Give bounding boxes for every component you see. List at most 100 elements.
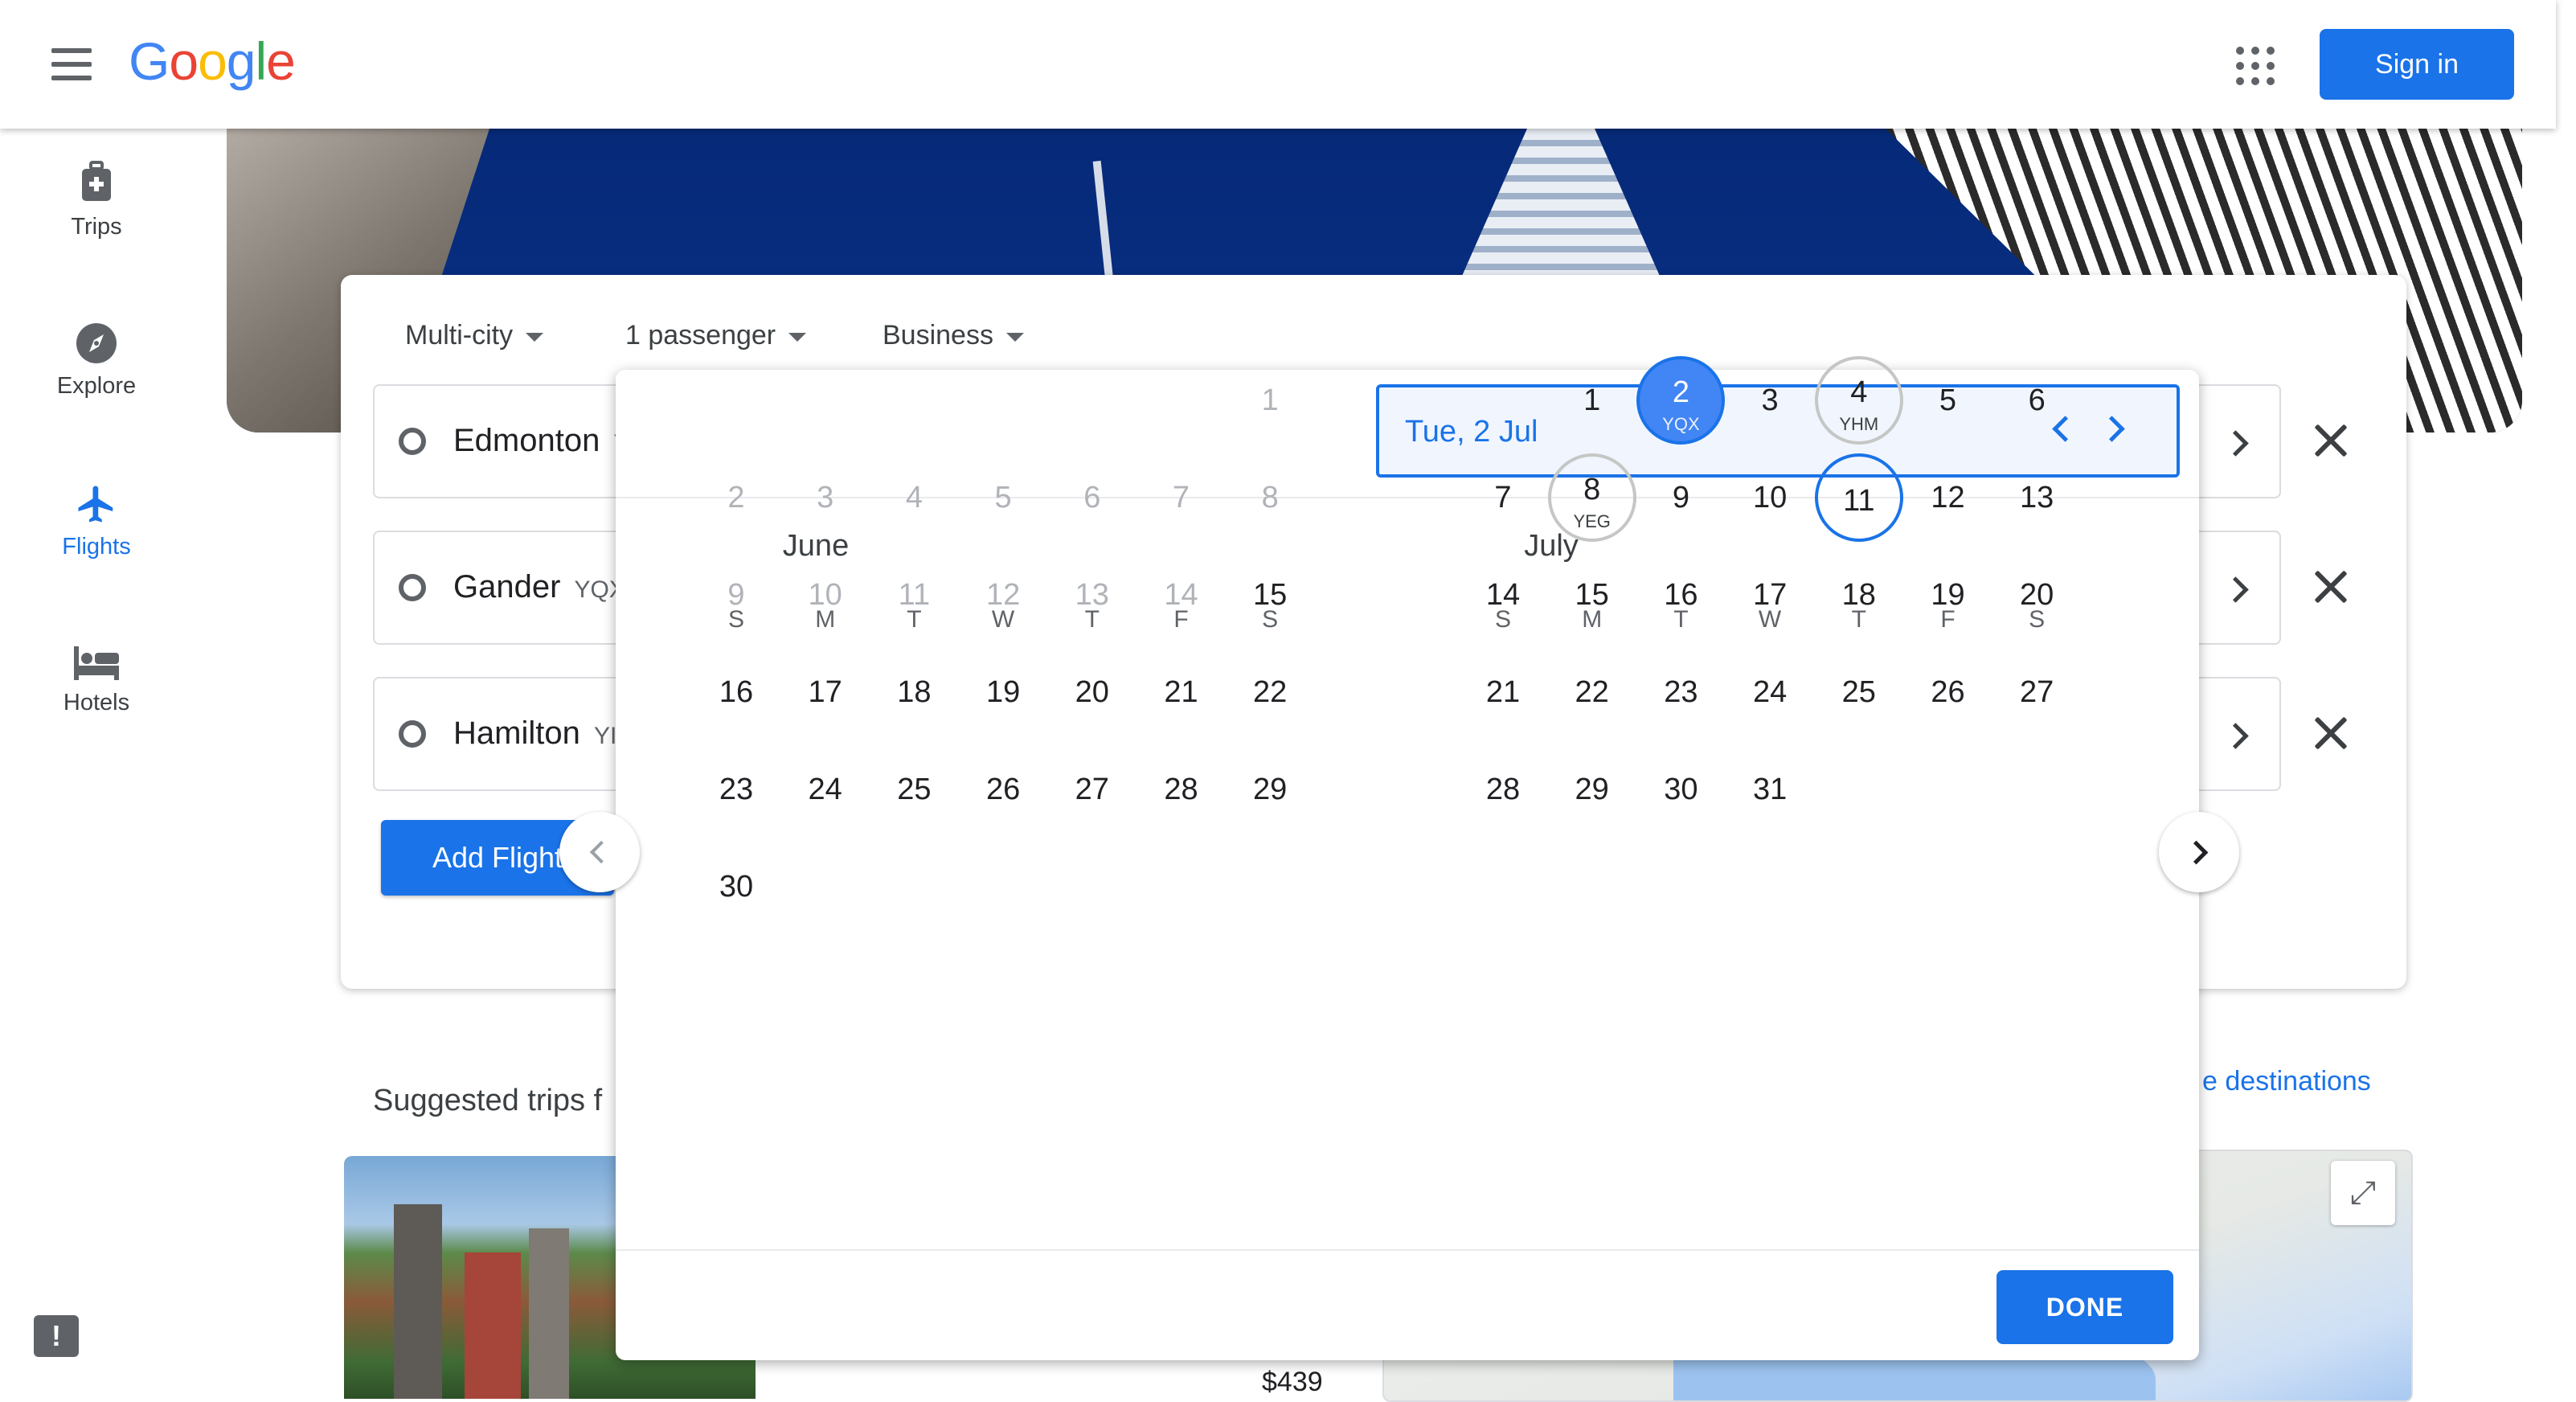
origin-city: Gander [453,569,561,605]
calendar-day-june-27[interactable]: 27 [1048,745,1136,834]
bed-icon [74,646,119,680]
sidebar-item-trips[interactable]: Trips [32,161,161,240]
calendar-day-june-25[interactable]: 25 [870,745,958,834]
calendar-day-july-9[interactable]: 9 [1636,453,1725,542]
done-button[interactable]: DONE [1997,1270,2173,1344]
calendar-day-june-28[interactable]: 28 [1137,745,1226,834]
trip-price: $439 [1262,1367,1323,1397]
calendar-day-july-3[interactable]: 3 [1726,356,1814,445]
dropdown-arrow-icon [1005,332,1024,342]
sidebar-item-flights[interactable]: Flights [32,482,161,560]
next-month-button[interactable] [2159,812,2239,892]
calendar-day-july-4[interactable]: 4 YHM [1814,356,1903,445]
calendar-day-july-22[interactable]: 22 [1548,648,1636,736]
date-next-button[interactable] [2197,384,2281,498]
calendar-day-june-5: 5 [994,481,1012,514]
google-logo[interactable]: Google [129,31,296,92]
luggage-icon [82,161,111,201]
sidebar-item-label: Hotels [63,690,130,715]
calendar-day-july-5[interactable]: 5 [1904,356,1992,445]
calendar-day-july-6[interactable]: 6 [1992,356,2081,445]
dialog-divider [616,1249,2199,1251]
trip-type-dropdown[interactable]: Multi-city [405,320,544,351]
calendar-day-june-17[interactable]: 17 [781,648,870,736]
calendar-day-june-30[interactable]: 30 [692,842,780,931]
calendar-day-june-29[interactable]: 29 [1226,745,1314,834]
compass-icon [76,323,117,363]
calendar-day-july-15[interactable]: 15 [1548,551,1636,639]
calendar-day-june-1: 1 [1261,383,1279,417]
top-bar: Google Sign in [0,0,2556,129]
next-day-icon[interactable] [2099,416,2125,442]
remove-leg-button[interactable] [2307,709,2355,757]
chevron-right-icon [2222,430,2249,457]
date-picker-dialog: Tue, 2 Jul June S M T W T F S 1 2 3 4 5 6 7 8 9 10 11 12 13 1… [616,356,2199,1360]
calendar-day-july-11[interactable]: 11 [1814,453,1903,542]
sidebar-item-hotels[interactable]: Hotels [32,645,161,716]
calendar-day-july-10[interactable]: 10 [1726,453,1814,542]
calendar-day-july-23[interactable]: 23 [1636,648,1725,736]
calendar-day-june-26[interactable]: 26 [959,745,1047,834]
cabin-label: Business [883,320,993,350]
calendar-day-june-23[interactable]: 23 [692,745,780,834]
calendar-day-july-20[interactable]: 20 [1992,551,2081,639]
sidebar-item-label: Trips [71,214,122,240]
sidebar-item-label: Explore [56,373,137,399]
airport-code-label: YHM [1839,414,1879,434]
calendar-day-july-31[interactable]: 31 [1726,745,1814,834]
remove-leg-button[interactable] [2307,563,2355,611]
calendar-day-july-17[interactable]: 17 [1726,551,1814,639]
calendar-day-june-8: 8 [1261,481,1279,514]
expand-map-icon[interactable]: ⤢ [2331,1161,2395,1225]
calendar-day-july-7[interactable]: 7 [1459,453,1547,542]
calendar-day-july-27[interactable]: 27 [1992,648,2081,736]
calendar-day-july-14[interactable]: 14 [1459,551,1547,639]
feedback-icon[interactable]: ! [34,1315,79,1357]
calendar-day-july-13[interactable]: 13 [1992,453,2081,542]
calendar-day-july-8[interactable]: 8 YEG [1547,453,1636,542]
date-next-button[interactable] [2197,677,2281,791]
calendar-day-june-3: 3 [817,481,834,514]
calendar-day-june-24[interactable]: 24 [781,745,870,834]
calendar-day-june-11: 11 [898,578,931,612]
dropdown-arrow-icon [788,332,807,342]
calendar-day-july-26[interactable]: 26 [1904,648,1992,736]
calendar-day-july-25[interactable]: 25 [1815,648,1903,736]
date-next-button[interactable] [2197,531,2281,645]
sidebar-item-explore[interactable]: Explore [32,322,161,400]
calendar-day-june-18[interactable]: 18 [870,648,958,736]
calendar-day-june-7: 7 [1172,481,1190,514]
suggested-trips-heading: Suggested trips f [373,1084,603,1117]
sign-in-button[interactable]: Sign in [2320,29,2514,100]
calendar-day-june-22[interactable]: 22 [1226,648,1314,736]
main-menu-icon[interactable] [51,48,92,80]
cabin-class-dropdown[interactable]: Business [883,320,1024,351]
calendar-day-july-30[interactable]: 30 [1636,745,1725,834]
remove-leg-button[interactable] [2307,416,2355,465]
calendar-day-july-29[interactable]: 29 [1548,745,1636,834]
calendar-day-june-16[interactable]: 16 [692,648,780,736]
calendar-day-june-15[interactable]: 15 [1226,551,1314,639]
previous-month-button[interactable] [559,812,640,892]
calendar-day-july-16[interactable]: 16 [1636,551,1725,639]
calendar-day-june-12: 12 [985,578,1021,612]
google-apps-icon[interactable] [2236,47,2275,85]
calendar-day-june-21[interactable]: 21 [1137,648,1226,736]
calendar-day-july-12[interactable]: 12 [1904,453,1992,542]
airport-code-label: YQX [1662,414,1700,434]
chevron-right-icon [2222,723,2249,749]
explore-destinations-link[interactable]: e destinations [2202,1066,2371,1097]
calendar-day-july-28[interactable]: 28 [1459,745,1547,834]
origin-code: YI [593,723,617,749]
calendar-day-july-21[interactable]: 21 [1459,648,1547,736]
origin-circle-icon [399,720,426,748]
calendar-day-july-18[interactable]: 18 [1815,551,1903,639]
calendar-day-july-2[interactable]: 2 YQX [1636,356,1726,445]
calendar-day-june-19[interactable]: 19 [959,648,1047,736]
calendar-day-july-19[interactable]: 19 [1904,551,1992,639]
calendar-day-june-20[interactable]: 20 [1048,648,1136,736]
trip-type-label: Multi-city [405,320,514,350]
calendar-day-july-1[interactable]: 1 [1548,356,1636,445]
passengers-dropdown[interactable]: 1 passenger [625,320,807,351]
calendar-day-july-24[interactable]: 24 [1726,648,1814,736]
